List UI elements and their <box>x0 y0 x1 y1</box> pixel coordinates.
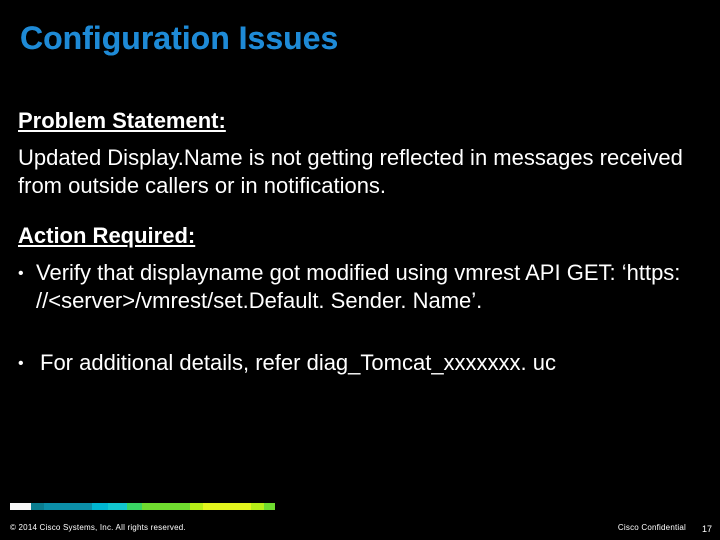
footer-confidential: Cisco Confidential <box>618 523 686 532</box>
slide-title: Configuration Issues <box>20 22 338 56</box>
brand-gradient-strip <box>10 503 275 510</box>
problem-statement-body: Updated Display.Name is not getting refl… <box>18 144 694 199</box>
bullet-text: For additional details, refer diag_Tomca… <box>40 349 556 377</box>
page-number: 17 <box>702 524 712 534</box>
slide-body: Problem Statement: Updated Display.Name … <box>18 108 694 411</box>
bullet-dot-icon: • <box>18 265 24 283</box>
list-item: • Verify that displayname got modified u… <box>18 259 694 315</box>
bullet-dot-icon: • <box>18 355 28 373</box>
title-text: Configuration Issues <box>20 20 338 56</box>
slide: Configuration Issues Problem Statement: … <box>0 0 720 540</box>
bullet-text: Verify that displayname got modified usi… <box>36 259 694 315</box>
list-item: • For additional details, refer diag_Tom… <box>18 349 694 377</box>
action-required-heading: Action Required: <box>18 223 694 249</box>
footer-copyright: © 2014 Cisco Systems, Inc. All rights re… <box>10 523 186 532</box>
bullet-list: • Verify that displayname got modified u… <box>18 259 694 377</box>
problem-statement-heading: Problem Statement: <box>18 108 694 134</box>
